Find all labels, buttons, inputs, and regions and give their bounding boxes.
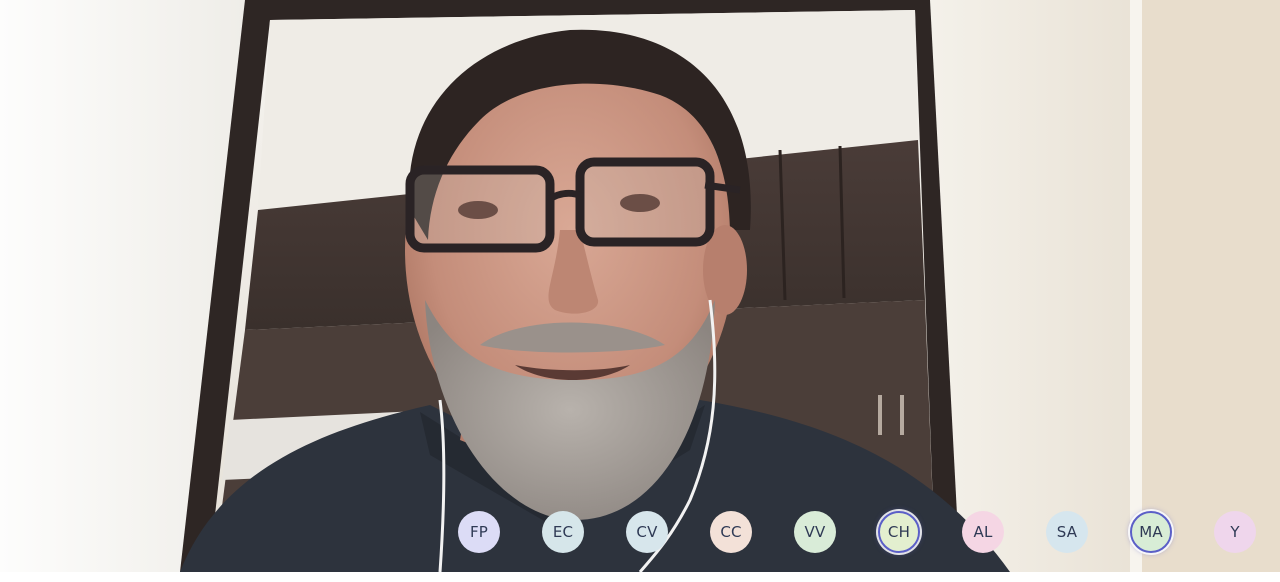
participant-avatar[interactable]: CV bbox=[626, 511, 668, 553]
participant-avatar[interactable]: CC bbox=[710, 511, 752, 553]
participant-avatar[interactable]: MA bbox=[1130, 511, 1172, 553]
participant-avatar[interactable]: EC bbox=[542, 511, 584, 553]
participant-avatar[interactable]: Y bbox=[1214, 511, 1256, 553]
participant-avatar[interactable]: FP bbox=[458, 511, 500, 553]
participant-avatar[interactable]: VV bbox=[794, 511, 836, 553]
bottom-strip bbox=[0, 572, 1280, 582]
speaker-video-feed bbox=[0, 0, 1280, 572]
meeting-stage: FP EC CV CC VV CH AL SA MA Y bbox=[0, 0, 1280, 582]
participant-avatar[interactable]: CH bbox=[878, 511, 920, 553]
participant-avatar[interactable]: AL bbox=[962, 511, 1004, 553]
participant-avatar[interactable]: SA bbox=[1046, 511, 1088, 553]
